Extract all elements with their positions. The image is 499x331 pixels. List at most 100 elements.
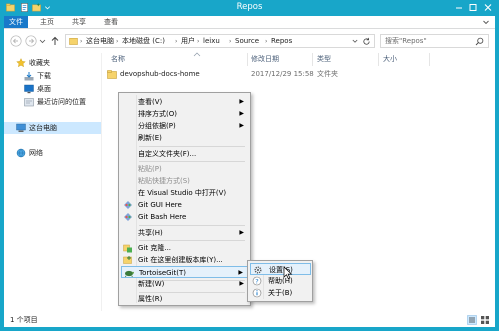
star-icon [16,58,26,68]
expand-ribbon-icon[interactable] [482,18,490,26]
tab-share[interactable]: 共享 [66,16,92,28]
sidebar-item-favorites[interactable]: 收藏夹 [4,57,101,69]
column-divider[interactable] [247,53,248,66]
column-divider[interactable] [429,53,430,66]
menu-item-label: Git 克隆... [138,244,172,252]
menu-item-share[interactable]: 共享(H) ▶ [121,227,248,239]
item-count: 1 个项目 [10,316,38,324]
submenu-item-settings[interactable]: 设置(S) [250,263,311,275]
tab-file[interactable]: 文件 [4,16,28,28]
breadcrumb-separator[interactable]: › [265,37,267,46]
search-icon[interactable] [475,37,484,46]
menu-item-label: 排序方式(O) [138,110,177,118]
recent-icon [24,98,34,107]
tortoisegit-icon [125,270,134,278]
menu-item-label: Git GUI Here [138,201,182,209]
column-header-name[interactable]: 名称 [111,55,125,64]
menu-item-git-create-repo[interactable]: Git 在这里创建版本库(Y)... [121,254,248,266]
recent-locations-icon[interactable] [39,35,46,47]
file-row[interactable]: devopshub-docs-home 2017/12/29 15:58 文件夹 [102,68,495,81]
address-bar[interactable]: › 这台电脑 › 本地磁盘 (C:) › 用户 › leixu › Source… [65,34,375,48]
menu-item-view[interactable]: 查看(V) ▶ [121,96,248,108]
menu-item-open-in-visual-studio[interactable]: 在 Visual Studio 中打开(V) [121,187,248,199]
submenu-arrow-icon: ▶ [239,98,244,105]
breadcrumb-source[interactable]: Source [235,37,259,46]
column-header-type[interactable]: 类型 [317,55,331,64]
settings-icon [254,266,262,274]
close-icon[interactable] [481,2,495,13]
submenu-arrow-icon: ▶ [239,229,244,236]
network-icon [16,148,26,158]
sidebar-item-recent[interactable]: 最近访问的位置 [4,96,101,108]
maximize-icon[interactable] [467,2,479,13]
up-icon[interactable] [49,35,61,47]
breadcrumb-local-disk[interactable]: 本地磁盘 (C:) [122,37,165,46]
forward-icon[interactable] [25,35,37,47]
sidebar-item-label: 这台电脑 [29,124,57,132]
pane-divider[interactable] [101,53,102,311]
sidebar-item-downloads[interactable]: 下载 [4,70,101,82]
menu-item-sort-by[interactable]: 排序方式(O) ▶ [121,108,248,120]
help-icon: ? [252,276,262,286]
column-header-size[interactable]: 大小 [383,55,397,64]
menu-item-paste[interactable]: 粘贴(P) [121,163,248,175]
breadcrumb-repos[interactable]: Repos [271,37,292,46]
ribbon: 文件 主页 共享 查看 [4,16,495,29]
submenu-item-help[interactable]: ? 帮助(H) [250,275,311,287]
tab-home[interactable]: 主页 [34,16,60,28]
address-dropdown-icon[interactable] [352,38,358,44]
sidebar-item-this-pc[interactable]: 这台电脑 [4,122,101,134]
submenu-arrow-icon: ▶ [239,110,244,117]
status-bar: 1 个项目 [4,313,495,327]
folder-icon [107,70,117,79]
menu-item-label: 查看(V) [138,98,163,106]
refresh-icon[interactable] [362,37,371,46]
menu-item-label: TortoiseGit(T) [139,269,187,277]
menu-item-git-gui[interactable]: Git GUI Here [121,199,248,211]
breadcrumb-leixu[interactable]: leixu [203,37,220,46]
breadcrumb-separator[interactable]: › [80,37,82,46]
menu-item-label: 属性(R) [138,295,163,303]
submenu-item-about[interactable]: 关于(B) [250,287,311,299]
menu-item-refresh[interactable]: 刷新(E) [121,132,248,144]
navigation-bar: › 这台电脑 › 本地磁盘 (C:) › 用户 › leixu › Source… [4,29,495,53]
back-icon[interactable] [10,35,22,47]
title-bar[interactable]: Repos [0,0,499,16]
breadcrumb-separator[interactable]: › [116,37,118,46]
menu-separator [139,240,245,241]
sidebar-item-network[interactable]: 网络 [4,147,101,159]
computer-icon [16,123,26,132]
about-icon [252,288,262,298]
breadcrumb-this-pc[interactable]: 这台电脑 [86,37,114,46]
menu-item-customize-folder[interactable]: 自定义文件夹(F)... [121,148,248,160]
minimize-icon[interactable] [453,2,465,13]
menu-item-new[interactable]: 新建(W) ▶ [121,278,248,290]
search-input[interactable]: 搜索"Repos" [380,34,489,48]
tab-view[interactable]: 查看 [98,16,124,28]
menu-item-label: 关于(B) [268,289,293,297]
sidebar-item-label: 最近访问的位置 [37,98,86,106]
window-title: Repos [236,2,263,12]
breadcrumb-separator[interactable]: › [229,37,231,46]
breadcrumb-separator[interactable]: › [175,37,177,46]
svg-text:?: ? [255,278,258,286]
sidebar-item-desktop[interactable]: 桌面 [4,83,101,95]
large-icons-view-icon[interactable] [480,315,490,325]
breadcrumb-separator[interactable]: › [197,37,199,46]
menu-item-properties[interactable]: 属性(R) [121,293,248,305]
sidebar-item-label: 桌面 [37,85,51,93]
breadcrumb-users[interactable]: 用户 [181,37,195,46]
tortoisegit-submenu: 设置(S) ? 帮助(H) 关于(B) [247,260,313,302]
menu-item-label: 在 Visual Studio 中打开(V) [138,189,227,197]
file-name: devopshub-docs-home [120,70,200,78]
menu-item-git-clone[interactable]: Git 克隆... [121,242,248,254]
column-header-modified[interactable]: 修改日期 [251,55,279,64]
sort-ascending-icon [193,52,201,57]
column-divider[interactable] [312,53,313,66]
menu-item-paste-shortcut[interactable]: 粘贴快捷方式(S) [121,175,248,187]
details-view-icon[interactable] [467,315,477,325]
menu-item-tortoisegit[interactable]: TortoiseGit(T) ▶ [121,266,248,278]
menu-item-group-by[interactable]: 分组依据(P) ▶ [121,120,248,132]
menu-item-git-bash[interactable]: Git Bash Here [121,211,248,223]
column-divider[interactable] [378,53,379,66]
